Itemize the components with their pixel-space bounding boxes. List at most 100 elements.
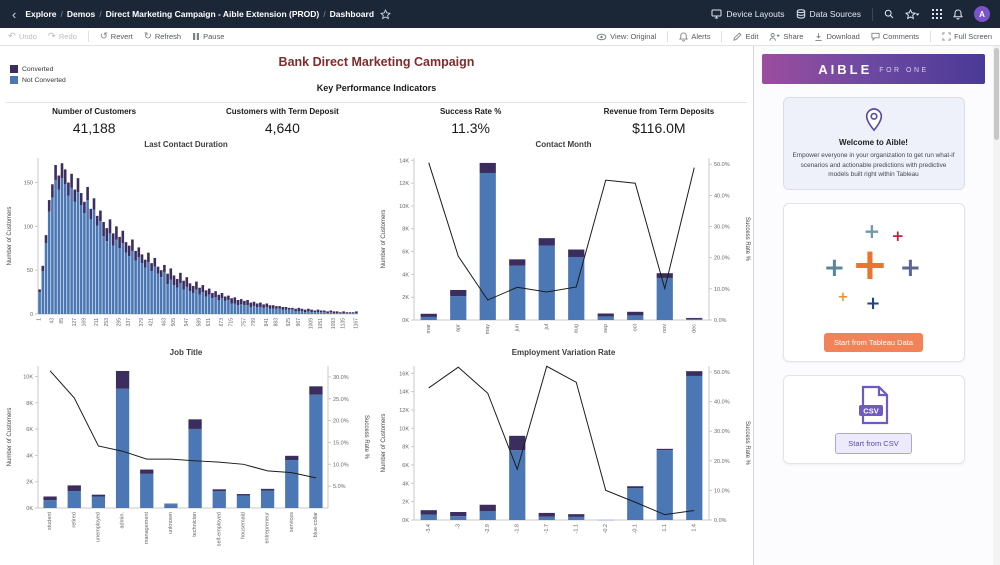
monitor-icon [711, 9, 722, 19]
svg-text:85: 85 [59, 318, 65, 324]
pause-label: Pause [203, 32, 224, 41]
not-converted-swatch [10, 76, 18, 84]
svg-text:6K: 6K [402, 463, 409, 469]
csv-start-card: CSV Start from CSV [783, 375, 965, 464]
svg-text:-3: -3 [455, 524, 461, 529]
svg-text:Number of Customers: Number of Customers [7, 207, 13, 266]
undo-icon: ↶ [8, 32, 16, 42]
revert-label: Revert [111, 32, 133, 41]
histogram-last-contact-duration[interactable]: 0501001501438512716921125329533737942146… [4, 152, 368, 346]
svg-text:6K: 6K [402, 250, 409, 256]
back-button[interactable]: ‹ [10, 8, 18, 21]
bar-line-job-title[interactable]: 0K2K4K6K8K10K5.0%10.0%15.0%20.0%25.0%30.… [4, 360, 368, 560]
revert-button[interactable]: ↺ Revert [100, 32, 133, 42]
converted-swatch [10, 65, 18, 73]
page-scrollbar[interactable] [993, 46, 1000, 565]
start-from-csv-button[interactable]: Start from CSV [835, 433, 911, 454]
apps-grid-icon[interactable] [932, 9, 942, 19]
download-button[interactable]: Download [814, 32, 859, 42]
device-layouts-button[interactable]: Device Layouts [711, 9, 784, 19]
edit-label: Edit [745, 32, 758, 41]
svg-text:4K: 4K [402, 272, 409, 278]
svg-text:unemployed: unemployed [95, 512, 101, 542]
svg-text:2K: 2K [402, 500, 409, 506]
kpi-value: 4,640 [188, 120, 376, 136]
favorites-menu-icon[interactable] [905, 9, 921, 20]
kpi-label: Revenue from Term Deposits [565, 107, 753, 116]
svg-text:715: 715 [229, 318, 235, 327]
aible-logo: AIBLE [818, 62, 872, 77]
svg-text:631: 631 [206, 318, 212, 327]
refresh-button[interactable]: ↻ Refresh [144, 32, 181, 42]
toolbar-divider [930, 31, 931, 42]
svg-text:253: 253 [104, 318, 110, 327]
svg-text:50: 50 [27, 268, 33, 274]
kpi-row: Number of Customers 41,188 Customers wit… [0, 107, 753, 136]
pause-button[interactable]: Pause [192, 32, 224, 41]
redo-button[interactable]: ↷ Redo [48, 32, 77, 42]
scrollbar-thumb[interactable] [994, 48, 999, 140]
breadcrumb-workbook[interactable]: Direct Marketing Campaign - Aible Extens… [106, 9, 320, 19]
svg-text:jun: jun [514, 324, 520, 332]
bar-line-employment-variation-rate[interactable]: 0K2K4K6K8K10K12K14K16K0.0%10.0%20.0%30.0… [378, 360, 749, 560]
search-icon[interactable] [884, 9, 894, 19]
notifications-bell-icon[interactable] [953, 9, 963, 20]
svg-text:841: 841 [264, 318, 270, 327]
edit-button[interactable]: Edit [733, 32, 758, 41]
svg-text:admin.: admin. [120, 512, 126, 529]
svg-text:20.0%: 20.0% [714, 459, 730, 465]
svg-text:673: 673 [219, 318, 225, 327]
svg-text:aug: aug [573, 324, 579, 333]
favorite-star-icon[interactable] [380, 9, 391, 20]
fullscreen-button[interactable]: Full Screen [942, 32, 992, 41]
legend-item-converted[interactable]: Converted [10, 65, 66, 73]
svg-text:127: 127 [72, 318, 78, 327]
breadcrumb-demos[interactable]: Demos [67, 9, 95, 19]
kpi-success-rate: Success Rate % 11.3% [377, 107, 565, 136]
svg-text:1: 1 [37, 318, 43, 321]
svg-text:10K: 10K [399, 426, 409, 432]
svg-text:Success Rate %: Success Rate % [363, 415, 369, 460]
svg-text:oct: oct [632, 324, 638, 332]
kpi-revenue: Revenue from Term Deposits $116.0M [565, 107, 753, 136]
csv-icon-label: CSV [863, 406, 878, 415]
svg-text:2K: 2K [402, 295, 409, 301]
svg-text:retired: retired [71, 512, 77, 528]
comments-label: Comments [883, 32, 919, 41]
refresh-label: Refresh [155, 32, 181, 41]
svg-text:30.0%: 30.0% [333, 375, 349, 381]
data-sources-button[interactable]: Data Sources [796, 9, 862, 19]
svg-text:-0.2: -0.2 [603, 524, 609, 533]
svg-text:Success Rate %: Success Rate % [744, 217, 750, 262]
svg-text:student: student [47, 512, 53, 531]
kpi-customers-with-term-deposit: Customers with Term Deposit 4,640 [188, 107, 376, 136]
user-avatar[interactable]: A [974, 6, 990, 22]
undo-button[interactable]: ↶ Undo [8, 32, 37, 42]
legend-item-not-converted[interactable]: Not Converted [10, 76, 66, 84]
breadcrumb-dashboard[interactable]: Dashboard [330, 9, 374, 19]
share-button[interactable]: Share [769, 32, 803, 42]
breadcrumb-separator: / [323, 9, 325, 19]
revert-icon: ↺ [100, 32, 108, 42]
bar-line-contact-month[interactable]: 0K2K4K6K8K10K12K14K0.0%10.0%20.0%30.0%40… [378, 152, 749, 346]
svg-text:43: 43 [49, 318, 55, 324]
svg-text:14K: 14K [399, 390, 409, 396]
view-selector[interactable]: View: Original [596, 32, 656, 41]
start-from-tableau-data-button[interactable]: Start from Tableau Data [824, 333, 923, 352]
tableau-logo-icon: + + + + + + + [822, 221, 926, 317]
svg-text:15.0%: 15.0% [333, 440, 349, 446]
toolbar-divider [667, 31, 668, 42]
svg-text:1167: 1167 [353, 318, 359, 329]
dashboard-canvas: Bank Direct Marketing Campaign Key Perfo… [0, 46, 753, 565]
pencil-icon [733, 32, 742, 41]
fullscreen-icon [942, 32, 951, 41]
breadcrumb: Explore / Demos / Direct Marketing Campa… [25, 9, 391, 20]
svg-text:50.0%: 50.0% [714, 370, 730, 376]
svg-text:Number of Customers: Number of Customers [7, 408, 13, 467]
dashboard-title: Bank Direct Marketing Campaign [0, 55, 753, 69]
breadcrumb-separator: / [99, 9, 101, 19]
breadcrumb-explore[interactable]: Explore [25, 9, 56, 19]
svg-text:nov: nov [662, 324, 668, 333]
comments-button[interactable]: Comments [871, 32, 919, 41]
alerts-button[interactable]: Alerts [679, 32, 710, 42]
